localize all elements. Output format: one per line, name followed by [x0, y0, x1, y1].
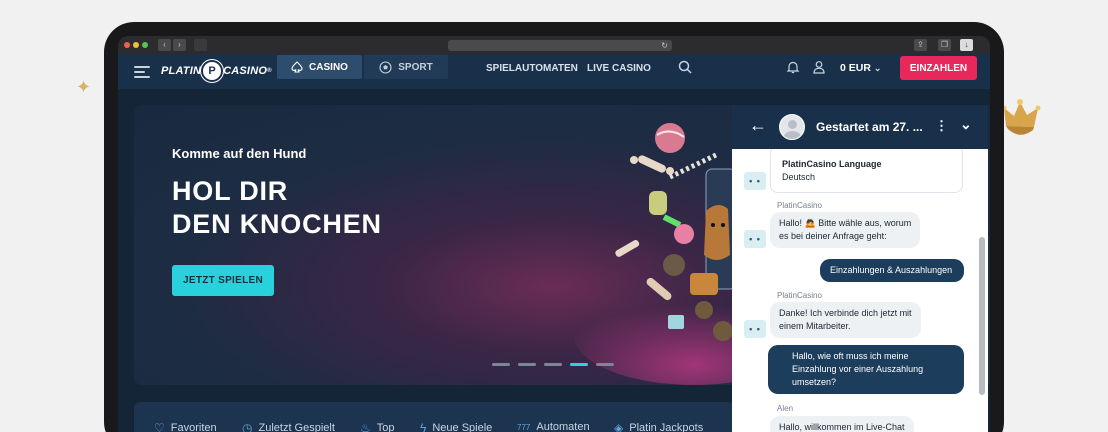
message-sender: PlatinCasino: [777, 291, 822, 300]
outgoing-message: Hallo, wie oft muss ich meine Einzahlung…: [768, 345, 964, 394]
maximize-window-dot[interactable]: [142, 42, 148, 48]
browser-toolbar: ‹ › ↻ ⇪ ❐ ↓: [118, 36, 990, 54]
category-neue-spiele[interactable]: ϟ Neue Spiele: [420, 421, 492, 432]
collapse-chat-icon[interactable]: ⌄: [960, 116, 972, 133]
chat-header: ← Gestartet am 27. ... ⋮ ⌄: [732, 105, 988, 149]
bolt-icon: ϟ: [420, 421, 427, 432]
carousel-dot[interactable]: [518, 363, 536, 366]
message-line: einem Mitarbeiter.: [779, 321, 851, 331]
logo-text-left: PLATIN: [161, 65, 202, 77]
category-label: Neue Spiele: [432, 422, 493, 432]
share-icon[interactable]: ⇪: [914, 39, 927, 51]
tabs-icon[interactable]: ❐: [938, 39, 951, 51]
site-header: PLATIN P CASINO ® CASINO SPORT SPIELAUTO…: [118, 54, 990, 89]
message-line: umsetzen?: [792, 377, 837, 387]
category-platin-jackpots[interactable]: ◈ Platin Jackpots: [614, 421, 703, 432]
crown-decoration-icon: [1001, 99, 1041, 135]
bot-icon: • •: [744, 230, 766, 248]
chat-scrollbar[interactable]: [979, 237, 985, 395]
address-bar[interactable]: ↻: [448, 40, 672, 51]
spade-icon: [291, 61, 303, 73]
chat-messages[interactable]: PlatinCasino Language Deutsch • • Platin…: [732, 149, 988, 432]
agent-avatar: [779, 114, 805, 140]
bot-icon: • •: [744, 320, 766, 338]
incoming-message: Danke! Ich verbinde dich jetzt mit einem…: [770, 302, 921, 338]
nav-link-live-casino[interactable]: LIVE CASINO: [587, 63, 651, 74]
slot-777-icon: 777: [517, 422, 531, 432]
balance-dropdown[interactable]: 0 EUR ⌄: [840, 62, 881, 74]
tab-sport[interactable]: SPORT: [364, 55, 448, 79]
carousel-dot[interactable]: [544, 363, 562, 366]
chat-title: Gestartet am 27. ...: [816, 120, 923, 134]
message-line: Hallo! 🙇 Bitte wähle aus, worum: [779, 218, 912, 228]
hero-dog-bones-illustration: [574, 123, 734, 385]
close-window-dot[interactable]: [124, 42, 130, 48]
browser-back-icon[interactable]: ‹: [158, 39, 171, 51]
category-zuletzt-gespielt[interactable]: ◷ Zuletzt Gespielt: [242, 421, 335, 432]
carousel-dot-active[interactable]: [570, 363, 588, 366]
deposit-button[interactable]: EINZAHLEN: [900, 56, 977, 80]
diamond-icon: ◈: [614, 421, 624, 432]
category-favoriten[interactable]: ♡ Favoriten: [154, 421, 217, 432]
message-line: Einzahlung vor einer Auszahlung: [792, 364, 924, 374]
tab-casino-label: CASINO: [309, 61, 348, 73]
hero-title-line-1: HOL DIR: [172, 176, 289, 206]
incoming-message: Hallo, willkommen im Live-Chat: [770, 416, 914, 432]
carousel-dot[interactable]: [492, 363, 510, 366]
browser-screen: ‹ › ↻ ⇪ ❐ ↓ PLATIN P CASINO ® CASINO SPO…: [118, 36, 990, 432]
live-chat-panel: ← Gestartet am 27. ... ⋮ ⌄ PlatinCasino …: [732, 105, 988, 432]
search-icon[interactable]: [678, 60, 692, 74]
language-card-value: Deutsch: [782, 172, 816, 182]
message-sender: Alen: [777, 404, 794, 413]
tab-sport-label: SPORT: [398, 61, 433, 73]
minimize-window-dot[interactable]: [133, 42, 139, 48]
language-card: PlatinCasino Language Deutsch: [770, 149, 963, 193]
message-line: es bei deiner Anfrage geht:: [779, 231, 887, 241]
message-line: Danke! Ich verbinde dich jetzt mit: [779, 308, 912, 318]
more-options-icon[interactable]: ⋮: [935, 118, 948, 134]
flame-icon: ♨: [360, 421, 371, 432]
download-icon[interactable]: ↓: [960, 39, 973, 51]
carousel-dot[interactable]: [596, 363, 614, 366]
hero-subtitle: Komme auf den Hund: [172, 146, 307, 161]
clock-icon: ◷: [242, 421, 253, 432]
sparkle-decoration-icon: ✦: [76, 77, 92, 97]
reload-icon[interactable]: ↻: [661, 40, 668, 51]
platin-casino-logo[interactable]: PLATIN P CASINO ®: [161, 59, 272, 83]
message-line: Hallo, wie oft muss ich meine: [792, 351, 909, 361]
heart-icon: ♡: [154, 421, 165, 432]
browser-forward-icon[interactable]: ›: [173, 39, 186, 51]
hero-carousel-dots: [492, 363, 614, 366]
back-arrow-icon[interactable]: ←: [749, 116, 767, 134]
category-automaten[interactable]: 777 Automaten: [517, 421, 590, 432]
bot-icon: • •: [744, 172, 766, 190]
user-icon[interactable]: [812, 60, 826, 74]
category-label: Zuletzt Gespielt: [258, 422, 335, 432]
logo-trademark: ®: [267, 68, 272, 74]
category-label: Automaten: [536, 421, 590, 432]
hero-title-line-2: DEN KNOCHEN: [172, 209, 382, 239]
tab-casino[interactable]: CASINO: [277, 55, 362, 79]
soccer-ball-icon: [379, 60, 392, 74]
logo-badge: P: [203, 62, 222, 80]
chevron-down-icon: ⌄: [873, 63, 882, 73]
nav-link-spielautomaten[interactable]: SPIELAUTOMATEN: [486, 63, 578, 74]
menu-icon[interactable]: [134, 66, 150, 78]
incoming-message: Hallo! 🙇 Bitte wähle aus, worum es bei d…: [770, 212, 921, 248]
play-now-button[interactable]: JETZT SPIELEN: [172, 265, 274, 296]
category-top[interactable]: ♨ Top: [360, 421, 395, 432]
language-card-title: PlatinCasino Language: [782, 159, 882, 169]
message-sender: PlatinCasino: [777, 201, 822, 210]
sidebar-toggle-icon[interactable]: [194, 39, 207, 51]
category-label: Favoriten: [170, 422, 217, 432]
bell-icon[interactable]: [786, 60, 800, 74]
hero-title: HOL DIR DEN KNOCHEN: [172, 175, 382, 241]
outgoing-message: Einzahlungen & Auszahlungen: [820, 259, 964, 282]
balance-value: 0 EUR: [840, 62, 871, 74]
logo-text-right: CASINO: [223, 65, 268, 77]
category-label: Top: [376, 422, 395, 432]
category-label: Platin Jackpots: [629, 422, 704, 432]
game-category-bar: ♡ Favoriten ◷ Zuletzt Gespielt ♨ Top ϟ N…: [134, 402, 734, 432]
